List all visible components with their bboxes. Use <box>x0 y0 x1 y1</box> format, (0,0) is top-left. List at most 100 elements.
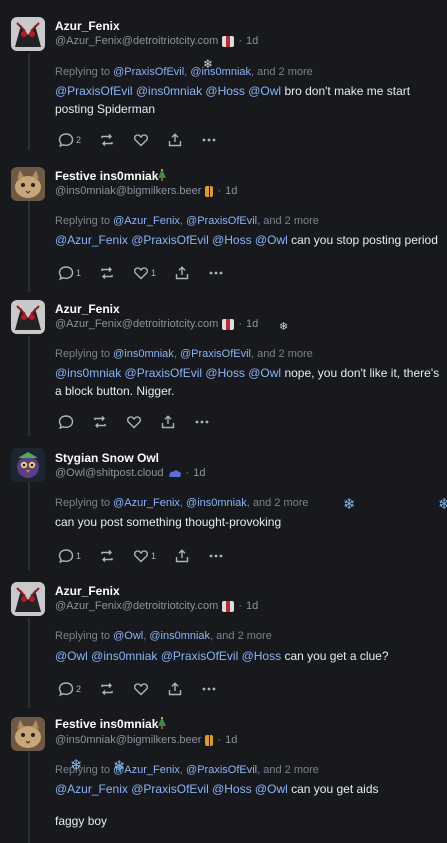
mentions[interactable]: @Azur_Fenix @PraxisOfEvil @Hoss @Owl <box>55 782 288 796</box>
boost-icon <box>101 267 113 279</box>
reply-label: Replying to <box>55 66 111 78</box>
handle[interactable]: @Azur_Fenix@detroitriotcity.com <box>55 318 218 330</box>
reply-mention[interactable]: @ins0mniak <box>190 66 251 78</box>
reply-mention[interactable]: @PraxisOfEvil <box>113 66 184 78</box>
handle-row: @Owl@shitpost.cloud · 1d <box>55 467 205 479</box>
boost-button[interactable] <box>99 548 115 564</box>
reply-label: Replying to <box>55 630 111 642</box>
snowflake-icon: ❄ <box>279 321 289 333</box>
reply-more[interactable]: , and 2 more <box>257 764 319 776</box>
timestamp[interactable]: 1d <box>193 467 205 479</box>
boost-icon <box>101 134 113 146</box>
reply-mention[interactable]: @PraxisOfEvil <box>180 348 251 360</box>
reply-mention[interactable]: @PraxisOfEvil <box>186 215 257 227</box>
post-content: @Azur_Fenix @PraxisOfEvil @Hoss @Owl can… <box>55 780 379 830</box>
display-name[interactable]: Festive ins0mniak <box>55 717 158 731</box>
display-name[interactable]: Azur_Fenix <box>55 302 120 316</box>
share-button[interactable] <box>167 132 183 148</box>
content-text: a block button. Nigger. <box>55 384 175 398</box>
boost-button[interactable] <box>99 132 115 148</box>
handle[interactable]: @Azur_Fenix@detroitriotcity.com <box>55 600 218 612</box>
reply-mention[interactable]: @Owl <box>113 630 143 642</box>
avatar[interactable] <box>11 582 45 616</box>
mentions[interactable]: @PraxisOfEvil @ins0mniak @Hoss @Owl <box>55 84 281 98</box>
timestamp[interactable]: 1d <box>246 600 258 612</box>
display-name[interactable]: Azur_Fenix <box>55 19 120 33</box>
reply-more[interactable]: , and 2 more <box>257 215 319 227</box>
reply-button[interactable]: 1 <box>58 265 81 281</box>
handle[interactable]: @Owl@shitpost.cloud <box>55 467 164 479</box>
reply-count: 2 <box>76 684 82 694</box>
avatar[interactable] <box>11 448 45 482</box>
handle-row: @ins0mniak@bigmilkers.beer · 1d <box>55 185 237 197</box>
more-button[interactable] <box>208 548 224 564</box>
separator: · <box>238 318 243 330</box>
handle[interactable]: @ins0mniak@bigmilkers.beer <box>55 734 201 746</box>
like-button[interactable] <box>133 132 149 148</box>
avatar[interactable] <box>11 167 45 201</box>
display-name[interactable]: Stygian Snow Owl <box>55 451 159 465</box>
more-button[interactable] <box>194 414 210 430</box>
reply-button[interactable]: 2 <box>58 132 81 148</box>
avatar[interactable] <box>11 17 45 51</box>
boost-button[interactable] <box>92 414 108 430</box>
boost-button[interactable] <box>99 681 115 697</box>
reply-mention[interactable]: @Azur_Fenix <box>113 215 180 227</box>
mentions[interactable]: @Owl @ins0mniak @PraxisOfEvil @Hoss <box>55 649 281 663</box>
post-content: can you post something thought-provoking <box>55 513 281 531</box>
mentions[interactable]: @ins0mniak @PraxisOfEvil @Hoss @Owl <box>55 366 281 380</box>
reply-more[interactable]: , and 2 more <box>251 66 313 78</box>
post[interactable]: Stygian Snow Owl @Owl@shitpost.cloud · 1… <box>0 440 447 575</box>
like-button[interactable]: 1 <box>133 548 156 564</box>
timestamp[interactable]: 1d <box>225 185 237 197</box>
reply-mention[interactable]: @PraxisOfEvil <box>186 764 257 776</box>
post[interactable]: Festive ins0mniak @ins0mniak@bigmilkers.… <box>0 710 447 843</box>
more-icon <box>209 271 223 275</box>
boost-button[interactable] <box>99 265 115 281</box>
reply-mention[interactable]: @Azur_Fenix <box>113 497 180 509</box>
more-icon <box>209 554 223 558</box>
reply-count: 1 <box>76 551 82 561</box>
reply-icon <box>58 549 74 564</box>
reply-more[interactable]: , and 2 more <box>251 348 313 360</box>
reply-button[interactable]: 2 <box>58 681 81 697</box>
display-name[interactable]: Azur_Fenix <box>55 584 120 598</box>
mentions[interactable]: @Azur_Fenix @PraxisOfEvil @Hoss @Owl <box>55 233 288 247</box>
more-button[interactable] <box>201 681 217 697</box>
cloud-icon <box>168 470 181 477</box>
timestamp[interactable]: 1d <box>246 35 258 47</box>
post[interactable]: Azur_Fenix @Azur_Fenix@detroitriotcity.c… <box>0 295 447 440</box>
share-button[interactable] <box>160 414 176 430</box>
timestamp[interactable]: 1d <box>246 318 258 330</box>
share-button[interactable] <box>167 681 183 697</box>
more-button[interactable] <box>208 265 224 281</box>
reply-button[interactable]: 1 <box>58 548 81 564</box>
handle-row: @ins0mniak@bigmilkers.beer · 1d <box>55 734 237 746</box>
share-button[interactable] <box>174 265 190 281</box>
reply-button[interactable] <box>58 414 74 430</box>
avatar[interactable] <box>11 300 45 334</box>
like-icon <box>126 416 142 429</box>
post[interactable]: Festive ins0mniak @ins0mniak@bigmilkers.… <box>0 160 447 295</box>
more-button[interactable] <box>201 132 217 148</box>
handle[interactable]: @Azur_Fenix@detroitriotcity.com <box>55 35 218 47</box>
like-button[interactable]: 1 <box>133 265 156 281</box>
display-name[interactable]: Festive ins0mniak <box>55 169 158 183</box>
separator: · <box>217 734 222 746</box>
post[interactable]: Azur_Fenix @Azur_Fenix@detroitriotcity.c… <box>0 575 447 710</box>
snowflake-icon: ❄ <box>203 57 214 71</box>
reply-more[interactable]: , and 2 more <box>247 497 309 509</box>
post[interactable]: Azur_Fenix @Azur_Fenix@detroitriotcity.c… <box>0 0 447 160</box>
like-button[interactable] <box>126 414 142 430</box>
share-button[interactable] <box>174 548 190 564</box>
content-text: bro don't make me start <box>281 84 411 98</box>
timestamp[interactable]: 1d <box>225 734 237 746</box>
reply-label: Replying to <box>55 348 111 360</box>
reply-mention[interactable]: @ins0mniak <box>113 348 174 360</box>
handle[interactable]: @ins0mniak@bigmilkers.beer <box>55 185 201 197</box>
avatar[interactable] <box>11 717 45 751</box>
reply-more[interactable]: , and 2 more <box>210 630 272 642</box>
reply-mention[interactable]: @ins0mniak <box>149 630 210 642</box>
like-button[interactable] <box>133 681 149 697</box>
reply-mention[interactable]: @ins0mniak <box>186 497 247 509</box>
